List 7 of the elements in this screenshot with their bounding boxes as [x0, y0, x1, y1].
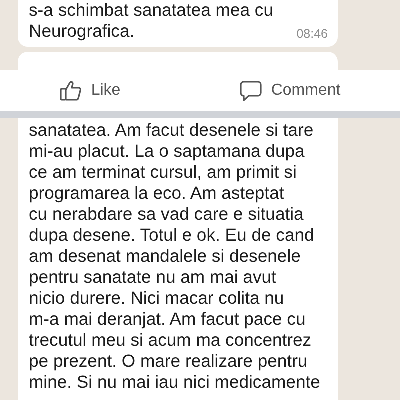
message-text: s-a schimbat sanatatea mea cu Neurografica. [29, 0, 274, 42]
thumbs-up-icon [59, 78, 84, 102]
message-text: sanatatea. Am facut desenele si tare mi-au placut. La o saptamana dupa ce am terminat cursul, am primit si programarea la eco. Am asteptat cu nerabdare sa vad care e situatia dupa desene. Totul e ok. Eu de cand am desenat mandalele si desenele pentru sanatate nu am mai avut nicio durere. Nici macar colita nu m-a mai deranjat. Am facut pace cu trecutul meu si acum ma concentrez pe prezent. O mare realizare pentru mine. Si nu mai iau nici medicamente [29, 120, 320, 393]
like-button[interactable]: Like [53, 74, 127, 106]
speech-bubble-icon [239, 78, 264, 102]
message-time: 08:46 [296, 26, 328, 44]
comment-button[interactable]: Comment [233, 74, 347, 106]
